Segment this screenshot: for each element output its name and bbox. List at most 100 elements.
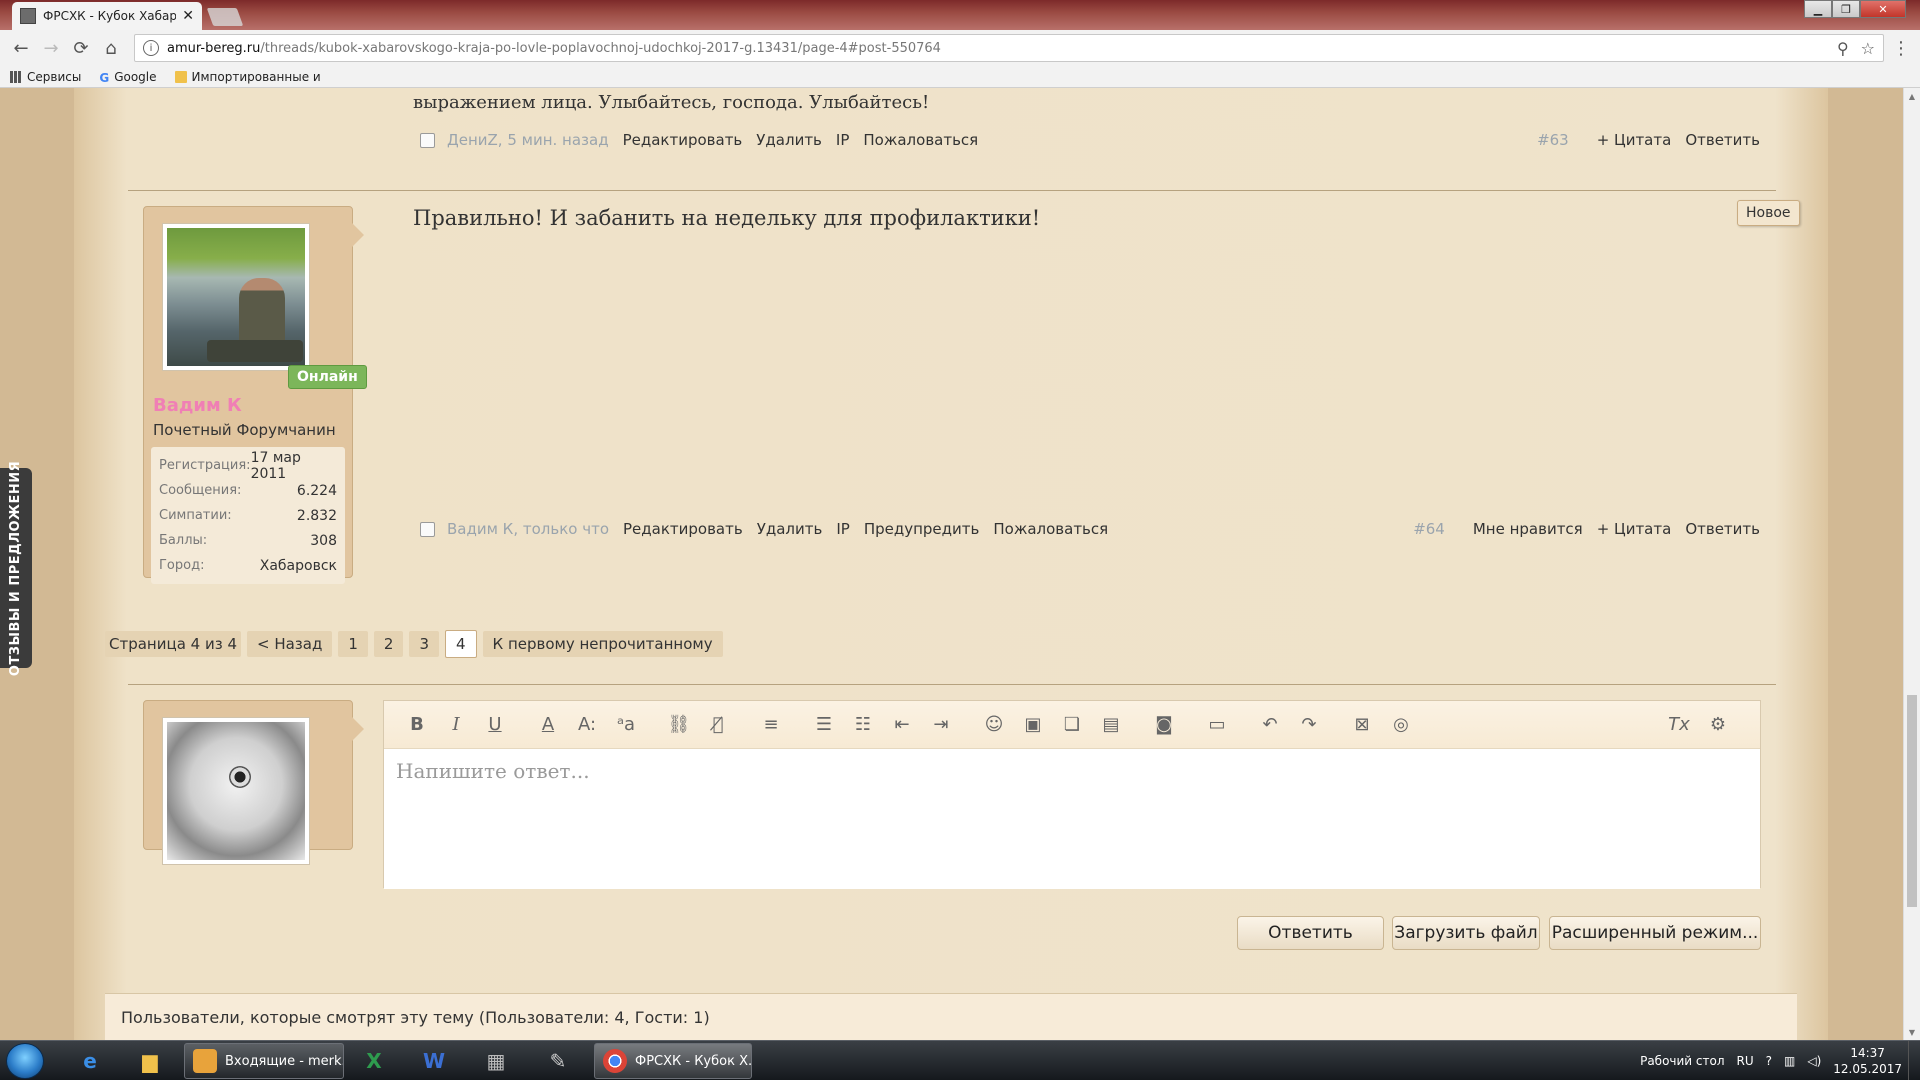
scroll-thumb[interactable] <box>1907 695 1917 907</box>
volume-icon[interactable]: ◁) <box>1807 1054 1821 1068</box>
page-link-current[interactable]: 4 <box>445 630 477 658</box>
clock[interactable]: 14:37 12.05.2017 <box>1833 1045 1902 1077</box>
image-icon[interactable]: ▣ <box>1018 710 1048 740</box>
like-link[interactable]: Мне нравится <box>1473 520 1583 538</box>
avatar[interactable] <box>162 223 310 371</box>
redo-icon[interactable]: ↷ <box>1294 710 1324 740</box>
reply-link[interactable]: Ответить <box>1685 520 1760 538</box>
outdent-icon[interactable]: ⇤ <box>887 710 917 740</box>
address-bar[interactable]: i amur-bereg.ru /threads/kubok-xabarovsk… <box>134 34 1884 62</box>
remove-format-icon[interactable]: Tx <box>1664 710 1694 740</box>
font-size-icon[interactable]: A: <box>572 710 602 740</box>
scroll-down-icon[interactable]: ▼ <box>1904 1024 1920 1040</box>
unlink-icon[interactable]: ⛓̸ <box>703 710 733 740</box>
bookmark-google[interactable]: G Google <box>99 70 156 85</box>
prev-edit-link[interactable]: Редактировать <box>623 131 743 149</box>
home-icon[interactable]: ⌂ <box>98 35 124 61</box>
ip-link[interactable]: IP <box>836 520 849 538</box>
start-button[interactable] <box>6 1043 44 1079</box>
undo-icon[interactable]: ↶ <box>1255 710 1285 740</box>
font-family-icon[interactable]: ᵃa <box>611 710 641 740</box>
forward-arrow-icon[interactable]: → <box>38 35 64 61</box>
report-link[interactable]: Пожаловаться <box>993 520 1108 538</box>
page-link-3[interactable]: 3 <box>409 631 439 657</box>
browser-menu-icon[interactable]: ⋮ <box>1890 38 1912 59</box>
paint-icon[interactable]: ✎ <box>530 1043 586 1079</box>
warn-link[interactable]: Предупредить <box>864 520 980 538</box>
align-icon[interactable]: ≡ <box>756 710 786 740</box>
username[interactable]: Вадим К <box>153 395 242 416</box>
smiley-icon[interactable]: ☺ <box>979 710 1009 740</box>
link-icon[interactable]: ⛓ <box>664 710 694 740</box>
desktop-toolbar[interactable]: Рабочий стол <box>1640 1054 1724 1068</box>
camera-icon[interactable]: ◙ <box>1149 710 1179 740</box>
taskbar-outlook[interactable]: Входящие - merk... <box>184 1043 344 1079</box>
prev-post-number[interactable]: #63 <box>1537 131 1569 149</box>
explorer-icon[interactable]: ▆ <box>122 1043 178 1079</box>
edit-link[interactable]: Редактировать <box>623 520 743 538</box>
bookmark-imported[interactable]: Импортированные и <box>174 70 321 84</box>
user-stats: Регистрация: 17 мар 2011 Сообщения: 6.224 … <box>151 447 345 584</box>
windows-taskbar: e ▆ Входящие - merk... X W ▦ ✎ ФРСХК - К… <box>0 1040 1920 1080</box>
window-close-icon[interactable]: ✕ <box>1860 0 1906 18</box>
post-checkbox[interactable] <box>420 521 435 537</box>
network-icon[interactable]: ▥ <box>1784 1054 1795 1068</box>
zoom-icon[interactable]: ⚲ <box>1837 39 1849 58</box>
page-link-1[interactable]: 1 <box>338 631 368 657</box>
maximize-icon[interactable]: ❐ <box>1832 0 1860 18</box>
save-draft-icon[interactable]: ▭ <box>1202 710 1232 740</box>
prev-delete-link[interactable]: Удалить <box>756 131 822 149</box>
taskbar-chrome[interactable]: ФРСХК - Кубок Х... <box>594 1043 752 1079</box>
new-tab-button[interactable] <box>206 8 244 26</box>
language-indicator[interactable]: RU <box>1737 1054 1754 1068</box>
bookmark-star-icon[interactable]: ☆ <box>1861 39 1875 58</box>
show-desktop-button[interactable] <box>1908 1041 1920 1080</box>
toggle-bbcode-icon[interactable]: ⊠ <box>1347 710 1377 740</box>
advanced-mode-button[interactable]: Расширенный режим... <box>1549 916 1761 950</box>
prev-quote-link[interactable]: + Цитата <box>1597 131 1672 149</box>
more-options-icon[interactable]: ⚙ <box>1703 710 1733 740</box>
tab-close-icon[interactable]: ✕ <box>182 8 194 24</box>
calculator-icon[interactable]: ▦ <box>468 1043 524 1079</box>
reply-button[interactable]: Ответить <box>1237 916 1384 950</box>
prev-post-author[interactable]: ДениZ, 5 мин. назад <box>447 131 609 149</box>
numbered-list-icon[interactable]: ☷ <box>848 710 878 740</box>
delete-link[interactable]: Удалить <box>757 520 823 538</box>
indent-icon[interactable]: ⇥ <box>926 710 956 740</box>
reload-icon[interactable]: ⟳ <box>68 35 94 61</box>
prev-page-link[interactable]: < Назад <box>247 631 333 657</box>
quote-link[interactable]: + Цитата <box>1597 520 1672 538</box>
minimize-icon[interactable]: ▁ <box>1804 0 1832 18</box>
ie-icon[interactable]: e <box>62 1043 118 1079</box>
first-unread-link[interactable]: К первому непрочитанному <box>482 631 723 657</box>
excel-icon[interactable]: X <box>346 1043 402 1079</box>
prev-post-checkbox[interactable] <box>420 132 435 148</box>
bold-icon[interactable]: B <box>402 710 432 740</box>
post-number[interactable]: #64 <box>1413 520 1445 538</box>
font-color-icon[interactable]: A <box>533 710 563 740</box>
bookmark-apps[interactable]: Сервисы <box>10 70 81 84</box>
scroll-up-icon[interactable]: ▲ <box>1904 88 1920 104</box>
post-author[interactable]: Вадим К, только что <box>447 520 609 538</box>
italic-icon[interactable]: I <box>441 710 471 740</box>
bullet-list-icon[interactable]: ☰ <box>809 710 839 740</box>
feedback-tab[interactable]: ОТЗЫВЫ И ПРЕДЛОЖЕНИЯ <box>0 460 32 676</box>
back-arrow-icon[interactable]: ← <box>8 35 34 61</box>
insert-icon[interactable]: ▤ <box>1096 710 1126 740</box>
upload-file-button[interactable]: Загрузить файл <box>1392 916 1540 950</box>
prev-report-link[interactable]: Пожаловаться <box>863 131 978 149</box>
page-scrollbar[interactable]: ▲ ▼ <box>1903 88 1920 1040</box>
snapshot-icon[interactable]: ◎ <box>1386 710 1416 740</box>
prev-reply-link[interactable]: Ответить <box>1685 131 1760 149</box>
page-link-2[interactable]: 2 <box>373 631 404 657</box>
site-info-icon[interactable]: i <box>143 40 159 56</box>
my-avatar[interactable] <box>162 717 310 865</box>
word-icon[interactable]: W <box>406 1043 462 1079</box>
prev-ip-link[interactable]: IP <box>836 131 849 149</box>
reply-textarea[interactable]: Напишите ответ... <box>384 749 1760 889</box>
browser-tab[interactable]: ФРСХК - Кубок Хабаров ✕ <box>12 2 202 30</box>
underline-icon[interactable]: U <box>480 710 510 740</box>
help-icon[interactable]: ? <box>1766 1054 1772 1068</box>
url-path: /threads/kubok-xabarovskogo-kraja-po-lov… <box>260 40 941 56</box>
media-icon[interactable]: ❏ <box>1057 710 1087 740</box>
